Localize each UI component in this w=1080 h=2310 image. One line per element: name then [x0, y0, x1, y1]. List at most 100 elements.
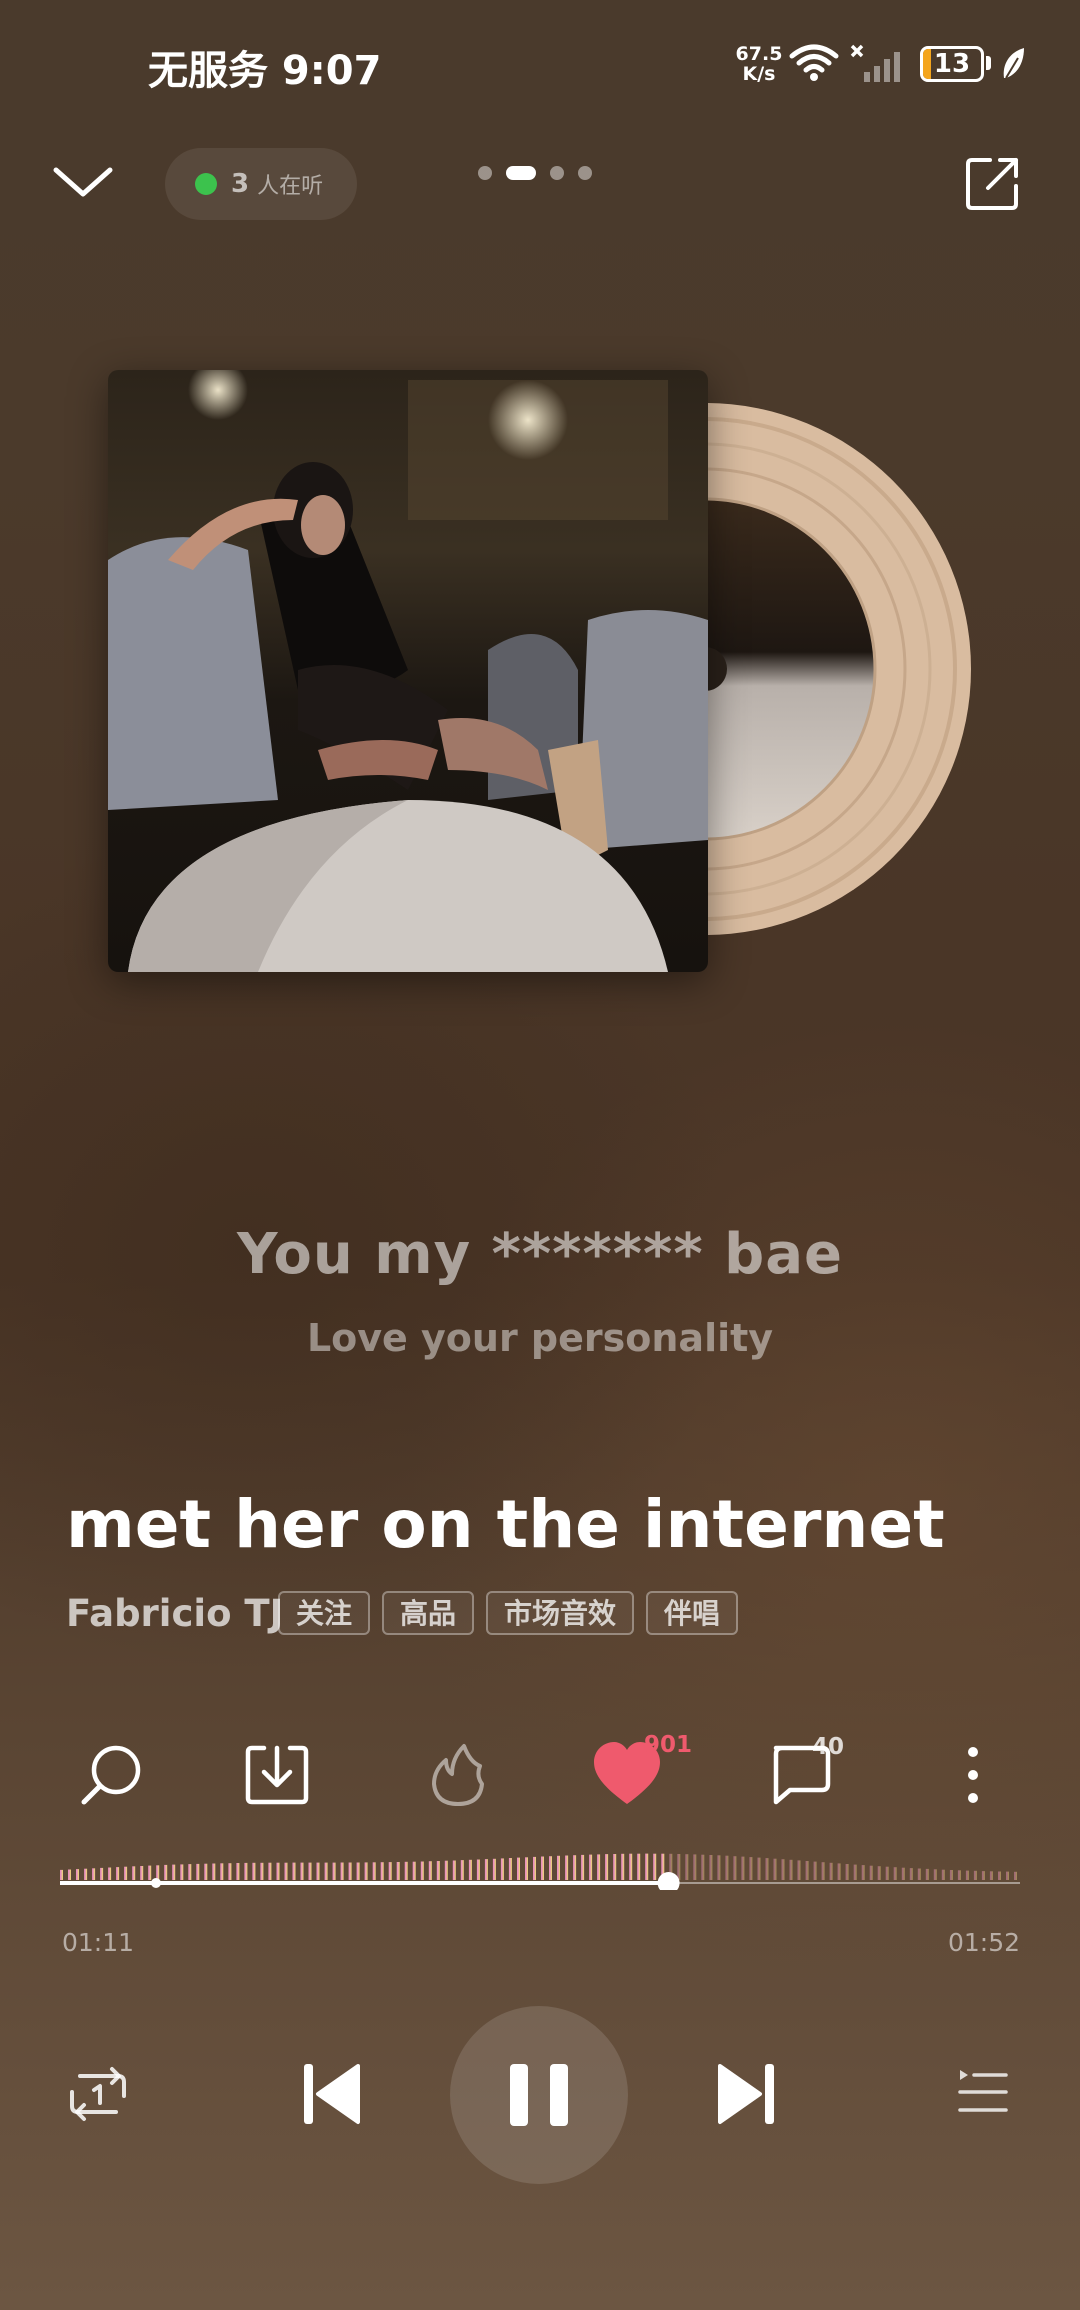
battery-level: 13	[933, 49, 971, 79]
waveform-bar	[901, 1867, 905, 1880]
waveform-bar	[196, 1863, 200, 1880]
waveform-bar	[1006, 1871, 1009, 1880]
waveform-bar	[292, 1862, 296, 1880]
waveform-bar	[957, 1870, 961, 1880]
waveform-bar	[436, 1861, 440, 1880]
more-icon[interactable]	[958, 1740, 988, 1810]
waveform-bar	[268, 1862, 272, 1880]
waveform-bar	[853, 1864, 857, 1880]
waveform-bar	[468, 1859, 472, 1880]
waveform-bar	[709, 1855, 713, 1880]
search-icon[interactable]	[76, 1740, 146, 1810]
current-time: 01:11	[62, 1928, 135, 1957]
signal-icon	[850, 44, 900, 82]
waveform-bar	[332, 1862, 336, 1880]
progress-start-dot	[151, 1878, 161, 1888]
waveform-bar	[605, 1854, 609, 1880]
artist-name[interactable]: Fabricio TJ	[66, 1592, 283, 1635]
waveform-bar	[733, 1856, 737, 1880]
waveform-bar	[60, 1869, 63, 1880]
progress-thumb[interactable]	[657, 1872, 680, 1890]
quality-tag[interactable]: 高品	[382, 1591, 475, 1635]
waveform-bar	[981, 1871, 985, 1880]
listeners-count: 3	[231, 169, 250, 199]
waveform-bar	[789, 1859, 793, 1880]
play-pause-button[interactable]	[450, 2006, 628, 2184]
waveform-bar	[500, 1858, 504, 1880]
waveform-bar	[404, 1861, 408, 1880]
waveform-bar	[116, 1867, 120, 1880]
waveform-bar	[204, 1863, 208, 1880]
waveform-bar	[645, 1853, 649, 1880]
waveform-bar	[965, 1870, 969, 1880]
wifi-icon	[789, 44, 839, 81]
share-icon[interactable]	[962, 154, 1022, 214]
fire-icon[interactable]	[424, 1740, 494, 1810]
waveform-bar	[428, 1861, 432, 1880]
collapse-chevron-icon[interactable]	[50, 160, 116, 204]
waveform-bar	[260, 1862, 264, 1880]
waveform-bar	[845, 1864, 849, 1880]
waveform-bar	[773, 1858, 777, 1880]
waveform-bar	[893, 1867, 897, 1880]
page-dot	[478, 166, 492, 180]
sound-effect-tag[interactable]: 市场音效	[486, 1591, 635, 1635]
waveform-bar	[653, 1853, 657, 1880]
waveform-bar	[973, 1870, 977, 1880]
waveform-bar	[324, 1862, 328, 1880]
waveform-progress-bar[interactable]	[60, 1830, 1020, 1890]
next-lyric: Love your personality	[306, 1316, 774, 1360]
total-time: 01:52	[948, 1928, 1021, 1957]
waveform-bar	[541, 1856, 544, 1880]
waveform-bar	[132, 1866, 136, 1880]
waveform-bar	[276, 1862, 280, 1880]
page-indicator	[478, 166, 592, 180]
follow-tag[interactable]: 关注	[278, 1591, 371, 1635]
waveform-bar	[236, 1863, 240, 1880]
waveform-bar	[308, 1862, 312, 1880]
page-dot	[578, 166, 592, 180]
sing-along-tag[interactable]: 伴唱	[646, 1591, 739, 1635]
next-icon[interactable]	[716, 2060, 778, 2128]
waveform-bar	[885, 1866, 889, 1880]
waveform-bar	[941, 1869, 945, 1880]
waveform-bar	[998, 1871, 1001, 1880]
waveform-bar	[164, 1864, 168, 1880]
download-icon[interactable]	[242, 1740, 312, 1810]
waveform-bar	[757, 1857, 761, 1880]
waveform-bar	[525, 1857, 528, 1880]
waveform-bar	[749, 1857, 753, 1880]
waveform-bar	[108, 1867, 112, 1880]
waveform-bar	[933, 1869, 937, 1880]
waveform-bar	[444, 1860, 448, 1880]
waveform-bar	[180, 1864, 184, 1880]
waveform-bar	[364, 1862, 368, 1880]
waveform-bar	[124, 1866, 128, 1880]
repeat-one-icon[interactable]	[66, 2066, 130, 2122]
page-dot	[550, 166, 564, 180]
live-dot	[195, 173, 217, 195]
waveform-bar	[156, 1865, 160, 1880]
waveform-bar	[148, 1865, 152, 1880]
waveform-bar	[861, 1865, 865, 1880]
waveform-bar	[909, 1868, 913, 1880]
waveform-bar	[573, 1855, 577, 1880]
waveform-bar	[565, 1855, 569, 1880]
waveform-bar	[172, 1864, 176, 1880]
waveform-bar	[797, 1860, 801, 1880]
playlist-icon[interactable]	[956, 2066, 1008, 2118]
waveform-bar	[316, 1862, 320, 1880]
previous-icon[interactable]	[300, 2060, 362, 2128]
waveform-bar	[581, 1854, 585, 1880]
waveform-bar	[76, 1869, 79, 1880]
song-title: met her on the internet	[66, 1486, 945, 1563]
waveform-bar	[829, 1862, 833, 1880]
waveform-bar	[637, 1853, 641, 1880]
waveform-bar	[621, 1853, 625, 1880]
waveform-bar	[92, 1868, 96, 1880]
waveform-bar	[284, 1862, 288, 1880]
waveform-bar	[300, 1862, 304, 1880]
listeners-pill[interactable]: 3 人在听	[165, 148, 357, 220]
waveform-bar	[372, 1862, 376, 1880]
song-tags: 关注 高品 市场音效 伴唱	[278, 1591, 739, 1635]
